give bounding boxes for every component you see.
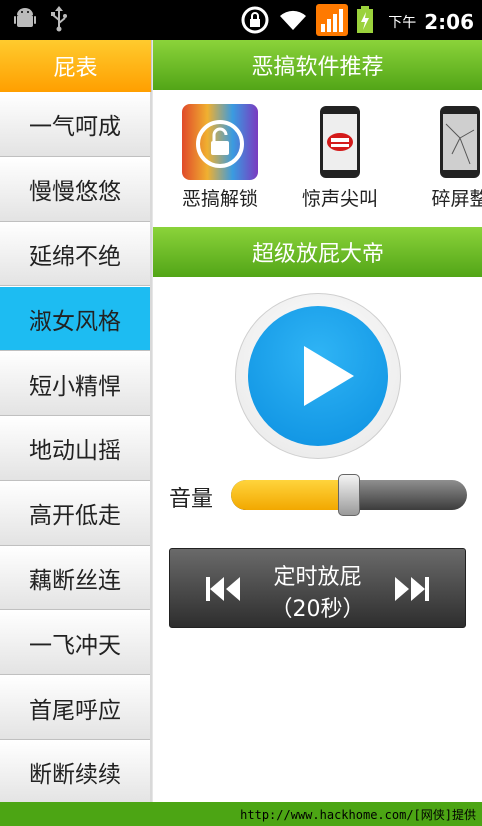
android-debug-icon xyxy=(14,7,36,35)
player-header: 超级放屁大帝 xyxy=(153,227,482,277)
sidebar-item[interactable]: 淑女风格 xyxy=(0,286,150,352)
app-scream[interactable]: 惊声尖叫 xyxy=(290,104,390,211)
footer-text[interactable]: http://www.hackhome.com/[网侠]提供 xyxy=(240,806,476,823)
sidebar: 屁表 一气呵成 慢慢悠悠 延绵不绝 淑女风格 短小精悍 地动山摇 高开低走 藕断丝连 一飞冲天首… xyxy=(0,40,152,805)
sidebar-item[interactable]: 断断续续 xyxy=(0,739,150,805)
time-prefix: 下午 xyxy=(388,15,417,31)
sidebar-item[interactable]: 高开低走 xyxy=(0,480,150,546)
timer-button[interactable]: 定时放屁 （20秒） xyxy=(169,548,466,628)
recommended-apps: 恶搞解锁 惊声尖叫 碎屏整 xyxy=(153,90,482,226)
sidebar-item[interactable]: 慢慢悠悠 xyxy=(0,156,150,222)
sidebar-item[interactable]: 延绵不绝 xyxy=(0,221,150,287)
app-unlock[interactable]: 恶搞解锁 xyxy=(170,104,270,211)
volume-slider-thumb[interactable] xyxy=(338,474,360,516)
app-label: 碎屏整 xyxy=(431,188,482,210)
play-icon xyxy=(304,346,354,406)
sidebar-item[interactable]: 一飞冲天 xyxy=(0,610,150,676)
play-button[interactable] xyxy=(235,293,401,459)
wifi-icon xyxy=(278,8,308,36)
sidebar-item[interactable]: 首尾呼应 xyxy=(0,675,150,740)
next-icon[interactable] xyxy=(393,575,429,607)
signal-icon xyxy=(316,4,349,40)
sidebar-item[interactable]: 一气呵成 xyxy=(0,92,150,157)
cracked-screen-phone-icon xyxy=(422,104,482,180)
main-content: 恶搞软件推荐 恶搞解锁 惊声尖叫 碎屏整 超级放屁大帝 音量 定时放屁 （20秒… xyxy=(152,40,482,802)
screen-rotation-lock-icon xyxy=(240,5,270,39)
battery-charging-icon xyxy=(356,6,374,38)
play-button-inner xyxy=(248,306,388,446)
app-label: 恶搞解锁 xyxy=(181,188,258,210)
usb-icon xyxy=(50,6,68,36)
app-cracked-screen[interactable]: 碎屏整 xyxy=(410,104,482,211)
sidebar-item[interactable]: 短小精悍 xyxy=(0,351,150,416)
sidebar-list: 一气呵成 慢慢悠悠 延绵不绝 淑女风格 短小精悍 地动山摇 高开低走 藕断丝连 一飞冲天 首尾呼应… xyxy=(0,92,152,805)
sidebar-item[interactable]: 地动山摇 xyxy=(0,415,150,481)
sidebar-item[interactable]: 藕断丝连 xyxy=(0,545,150,611)
scream-phone-icon xyxy=(302,104,378,180)
sidebar-title: 屁表 xyxy=(0,40,152,92)
app-label: 惊声尖叫 xyxy=(301,188,378,210)
volume-label: 音量 xyxy=(169,487,214,512)
recommend-header: 恶搞软件推荐 xyxy=(153,40,482,90)
clock: 2:06 xyxy=(424,10,474,34)
volume-slider-fill xyxy=(231,480,349,510)
footer-bar: http://www.hackhome.com/[网侠]提供 xyxy=(0,802,482,826)
unlock-icon xyxy=(182,104,258,180)
status-bar: 下午 2:06 xyxy=(0,0,482,40)
